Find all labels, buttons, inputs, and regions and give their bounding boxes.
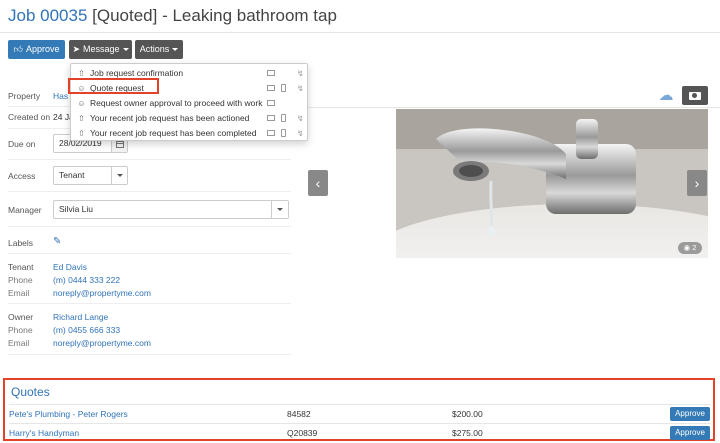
lightning-icon: ↯ xyxy=(297,83,304,93)
owner-email-label: Email xyxy=(8,338,30,348)
menu-item-job-request-completed[interactable]: ⇧ Your recent job request has been compl… xyxy=(71,127,307,139)
job-title: - Leaking bathroom tap xyxy=(162,6,337,25)
email-icon xyxy=(267,130,275,136)
job-number: Job 00035 xyxy=(8,6,88,25)
upload-icon: ⇧ xyxy=(78,113,85,123)
owner-name[interactable]: Richard Lange xyxy=(53,312,108,322)
camera-icon xyxy=(689,91,701,100)
upload-icon: ⇧ xyxy=(78,128,85,138)
tenant-label: Tenant xyxy=(8,262,34,272)
tenant-email-label: Email xyxy=(8,288,30,298)
email-icon xyxy=(267,70,275,76)
access-select[interactable]: Tenant xyxy=(53,166,128,185)
tenant-phone[interactable]: (m) 0444 333 222 xyxy=(53,275,120,285)
owner-email[interactable]: noreply@propertyme.com xyxy=(53,338,151,348)
quote-reference: 84582 xyxy=(287,409,311,419)
divider xyxy=(8,191,291,192)
people-icon: ☺ xyxy=(77,98,86,108)
quotes-heading: Quotes xyxy=(11,385,50,399)
access-label: Access xyxy=(8,171,36,181)
approve-button[interactable]: 👍︎ Approve xyxy=(8,40,65,59)
property-value[interactable]: Has xyxy=(53,91,68,101)
carousel-next-button[interactable]: › xyxy=(687,170,707,196)
lightning-icon: ↯ xyxy=(297,128,304,138)
photo-count-badge: ◉ 2 xyxy=(678,242,702,254)
caret-down-icon xyxy=(172,48,179,51)
quote-amount: $275.00 xyxy=(452,428,483,438)
labels-label: Labels xyxy=(8,238,34,248)
page-title: Job 00035 [Quoted] - Leaking bathroom ta… xyxy=(8,6,337,26)
manager-select[interactable]: Silvia Liu xyxy=(53,200,289,219)
lightning-icon: ↯ xyxy=(297,113,304,123)
divider xyxy=(9,404,711,405)
actions-button[interactable]: Actions xyxy=(135,40,183,59)
mobile-icon xyxy=(281,114,286,122)
email-icon xyxy=(267,115,275,121)
title-divider xyxy=(0,32,720,33)
lightning-icon: ↯ xyxy=(297,68,304,78)
caret-down-icon xyxy=(277,208,283,211)
menu-item-request-owner-approval[interactable]: ☺ Request owner approval to proceed with… xyxy=(71,97,307,109)
owner-phone-label: Phone xyxy=(8,325,33,335)
tenant-email[interactable]: noreply@propertyme.com xyxy=(53,288,151,298)
manager-label: Manager xyxy=(8,205,42,215)
camera-button[interactable] xyxy=(682,86,708,105)
owner-label: Owner xyxy=(8,312,34,322)
tenant-phone-label: Phone xyxy=(8,275,33,285)
carousel-prev-button[interactable]: ‹ xyxy=(308,170,328,196)
quote-approve-button[interactable]: Approve xyxy=(670,407,710,421)
divider xyxy=(8,303,291,304)
cloud-upload-icon[interactable]: ☁ xyxy=(655,87,677,105)
quote-reference: Q20839 xyxy=(287,428,318,438)
quote-request-highlight xyxy=(68,78,159,94)
mobile-icon xyxy=(281,84,286,92)
thumbs-up-icon: 👍︎ xyxy=(13,44,23,54)
menu-item-job-request-actioned[interactable]: ⇧ Your recent job request has been actio… xyxy=(71,112,307,124)
message-dropdown-menu: ⇧ Job request confirmation ↯ ☺ Quote req… xyxy=(70,63,308,141)
pencil-icon[interactable]: ✎ xyxy=(53,236,61,247)
divider xyxy=(9,423,711,424)
email-icon xyxy=(267,85,275,91)
created-label: Created on xyxy=(8,112,51,122)
divider xyxy=(8,354,291,355)
quote-supplier[interactable]: Pete's Plumbing - Peter Rogers xyxy=(9,409,128,419)
quotes-section: Quotes Pete's Plumbing - Peter Rogers 84… xyxy=(3,378,715,441)
job-photo[interactable] xyxy=(396,109,708,258)
mobile-icon xyxy=(281,129,286,137)
tap-image xyxy=(396,109,708,258)
job-status: [Quoted] xyxy=(92,6,158,25)
owner-phone[interactable]: (m) 0455 666 333 xyxy=(53,325,120,335)
caret-down-icon xyxy=(116,174,123,177)
quote-approve-button[interactable]: Approve xyxy=(670,426,710,440)
tenant-name[interactable]: Ed Davis xyxy=(53,262,87,272)
upload-icon: ⇧ xyxy=(78,68,85,78)
camera-icon: ◉ xyxy=(683,243,691,252)
quote-supplier[interactable]: Harry's Handyman xyxy=(9,428,79,438)
divider xyxy=(8,226,291,227)
send-icon: ➤ xyxy=(72,44,80,54)
caret-down-icon xyxy=(122,48,129,51)
property-label: Property xyxy=(8,91,41,101)
quote-amount: $200.00 xyxy=(452,409,483,419)
divider xyxy=(8,159,291,160)
email-icon xyxy=(267,100,275,106)
divider xyxy=(8,253,291,254)
due-label: Due on xyxy=(8,139,36,149)
photo-divider xyxy=(307,107,720,108)
message-button[interactable]: ➤ Message xyxy=(69,40,132,59)
